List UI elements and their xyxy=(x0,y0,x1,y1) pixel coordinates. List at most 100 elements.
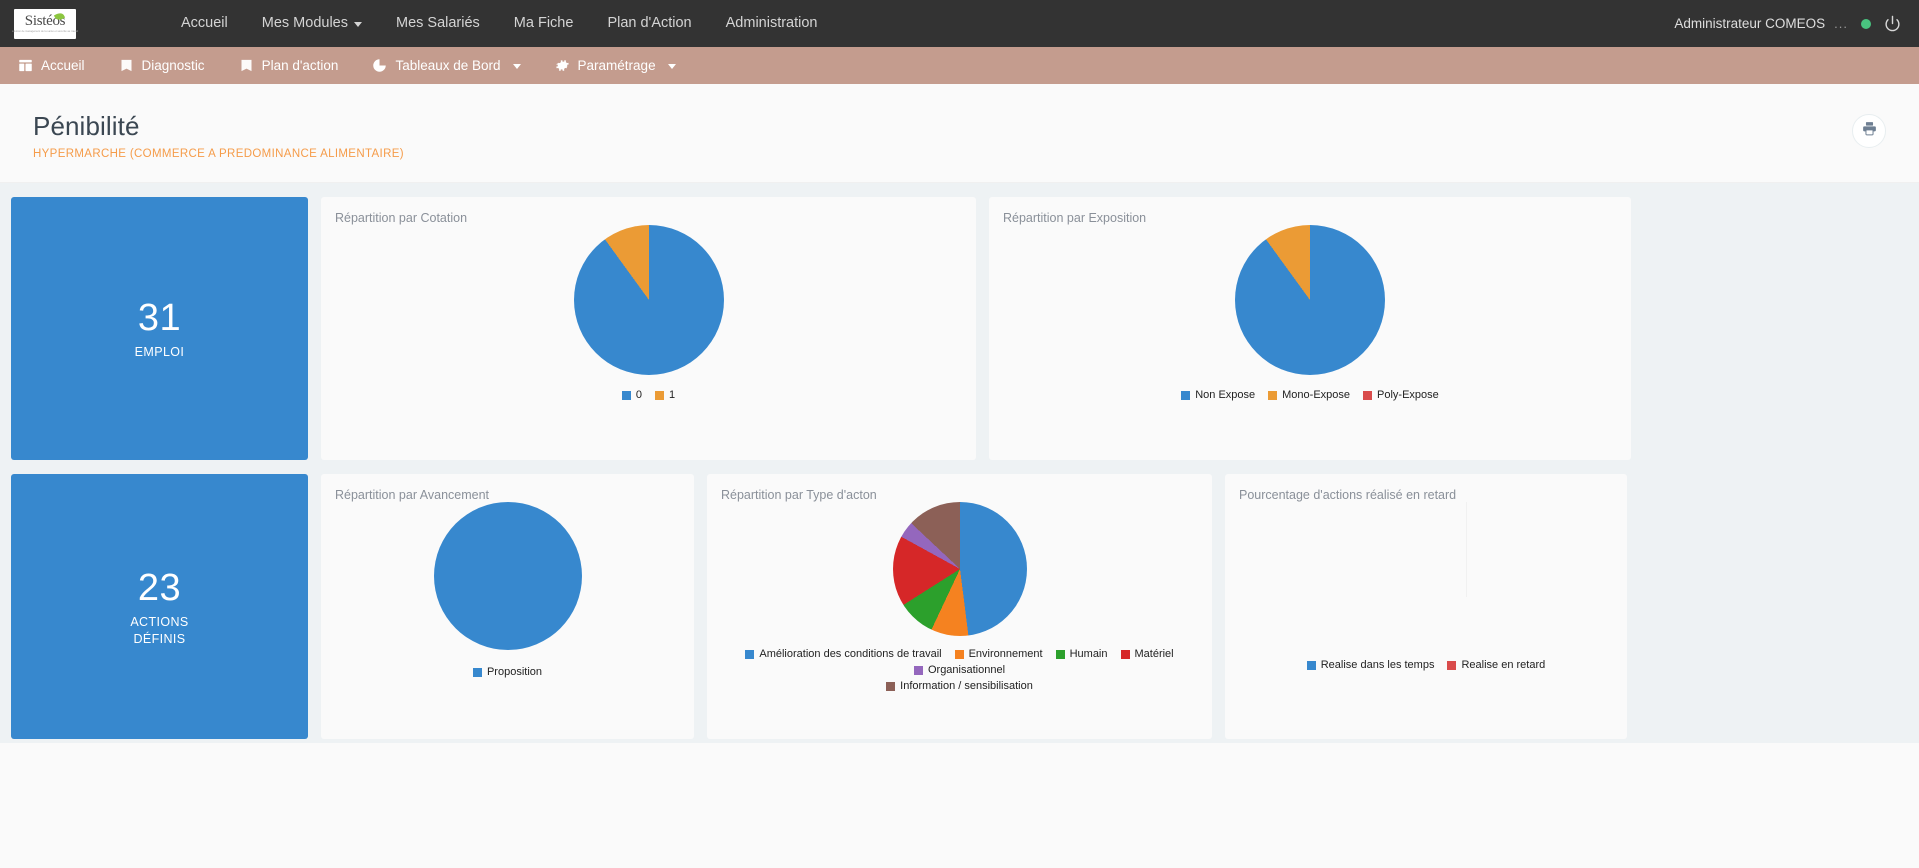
chart-body: Non Expose Mono-Expose Poly-Expose xyxy=(989,225,1631,401)
legend-item[interactable]: Non Expose xyxy=(1181,389,1255,401)
legend-swatch-icon xyxy=(1181,390,1191,400)
dashboard-row-1: 31 EMPLOI Répartition par Cotation 0 1 R… xyxy=(11,197,1908,460)
app-logo[interactable]: Sistéos solution de management de la san… xyxy=(12,8,78,39)
legend-swatch-icon xyxy=(1447,660,1457,670)
legend-item[interactable]: Mono-Expose xyxy=(1268,389,1350,401)
legend-swatch-icon xyxy=(1268,390,1278,400)
printer-icon xyxy=(1861,120,1878,142)
pie-chart-avancement[interactable] xyxy=(433,502,582,650)
topnav-label: Administration xyxy=(725,15,818,31)
kpi-card-emploi[interactable]: 31 EMPLOI xyxy=(11,197,308,460)
chart-card-exposition: Répartition par Exposition Non Expose Mo… xyxy=(989,197,1631,460)
legend-swatch-icon xyxy=(1363,390,1373,400)
page-subtitle: HYPERMARCHE (COMMERCE A PREDOMINANCE ALI… xyxy=(33,148,404,160)
empty-chart-placeholder xyxy=(1465,502,1467,597)
topnav-label: Plan d'Action xyxy=(607,15,692,31)
legend-item[interactable]: Proposition xyxy=(472,666,543,678)
chart-legend: Amélioration des conditions de travail E… xyxy=(715,648,1205,692)
topnav-label: Mes Salariés xyxy=(395,15,480,31)
legend-item[interactable]: 0 xyxy=(621,389,642,401)
legend-swatch-icon xyxy=(621,390,631,400)
legend-item[interactable]: Matériel xyxy=(1120,648,1174,660)
chart-title: Répartition par Exposition xyxy=(1003,211,1147,225)
topnav-item-administration[interactable]: Administration xyxy=(709,0,835,47)
legend-item[interactable]: Poly-Expose xyxy=(1363,389,1439,401)
kpi-label: ACTIONS DÉFINIS xyxy=(130,614,188,648)
legend-label: Poly-Expose xyxy=(1377,389,1439,401)
chart-title: Pourcentage d'actions réalisé en retard xyxy=(1239,488,1457,502)
dashboard-icon xyxy=(18,58,33,73)
book-icon xyxy=(239,58,254,73)
logo-wordmark: Sistéos xyxy=(25,10,66,29)
subnav-item-diagnostic[interactable]: Diagnostic xyxy=(119,58,221,73)
kpi-card-actions-definis[interactable]: 23 ACTIONS DÉFINIS xyxy=(11,474,308,739)
legend-item[interactable]: Environnement xyxy=(954,648,1043,660)
legend-swatch-icon xyxy=(1306,660,1316,670)
kpi-label: EMPLOI xyxy=(134,345,185,359)
subnav-item-tableaux-de-bord[interactable]: Tableaux de Bord xyxy=(372,58,536,73)
subnav-label: Plan d'action xyxy=(261,58,339,73)
topnav-item-mes-modules[interactable]: Mes Modules xyxy=(245,0,379,47)
chart-card-type-action: Répartition par Type d'acton Amélioratio… xyxy=(707,474,1212,739)
page-header: Pénibilité HYPERMARCHE (COMMERCE A PREDO… xyxy=(0,84,1919,183)
chart-legend: Proposition xyxy=(463,666,552,678)
legend-swatch-icon xyxy=(1055,649,1065,659)
kpi-value: 31 xyxy=(137,297,182,339)
legend-label: Realise en retard xyxy=(1461,659,1546,671)
legend-label: 1 xyxy=(669,389,676,401)
kpi-label-line-2: DÉFINIS xyxy=(133,631,186,646)
legend-label: Mono-Expose xyxy=(1282,389,1351,401)
kpi-value: 23 xyxy=(137,566,182,609)
print-button[interactable] xyxy=(1852,114,1886,148)
legend-item[interactable]: Humain xyxy=(1055,648,1108,660)
chart-title: Répartition par Cotation xyxy=(335,211,468,225)
subnav-item-parametrage[interactable]: Paramétrage xyxy=(555,58,692,73)
power-icon[interactable] xyxy=(1884,15,1901,32)
user-menu-ellipsis[interactable]: ... xyxy=(1834,16,1848,31)
legend-swatch-icon xyxy=(655,390,664,400)
dashboard-row-2: 23 ACTIONS DÉFINIS Répartition par Avanc… xyxy=(11,474,1908,739)
legend-item[interactable]: Amélioration des conditions de travail xyxy=(745,648,942,660)
chart-title: Répartition par Type d'acton xyxy=(721,488,877,502)
legend-item[interactable]: Realise en retard xyxy=(1447,659,1545,671)
top-nav-links: Accueil Mes Modules Mes Salariés Ma Fich… xyxy=(164,0,835,47)
legend-label: Environnement xyxy=(968,648,1043,660)
subnav-label: Diagnostic xyxy=(141,58,205,73)
subnav-item-accueil[interactable]: Accueil xyxy=(18,58,101,73)
subnav-label: Tableaux de Bord xyxy=(395,58,501,73)
topnav-item-ma-fiche[interactable]: Ma Fiche xyxy=(497,0,591,47)
legend-item[interactable]: Organisationnel xyxy=(913,664,1005,676)
pie-chart-type-action[interactable] xyxy=(892,502,1027,636)
topnav-item-accueil[interactable]: Accueil xyxy=(164,0,245,47)
legend-item[interactable]: 1 xyxy=(655,389,675,401)
top-nav-user-area: Administrateur COMEOS ... xyxy=(1674,0,1901,47)
chevron-down-icon xyxy=(353,22,362,27)
legend-label: Information / sensibilisation xyxy=(900,680,1033,692)
chart-card-cotation: Répartition par Cotation 0 1 xyxy=(321,197,976,460)
legend-label: 0 xyxy=(635,389,642,401)
pie-chart-cotation[interactable] xyxy=(573,225,724,375)
kpi-label-line-1: ACTIONS xyxy=(130,614,189,629)
chart-card-avancement: Répartition par Avancement Proposition xyxy=(321,474,694,739)
legend-label: Amélioration des conditions de travail xyxy=(759,648,942,660)
legend-label: Humain xyxy=(1069,648,1108,660)
legend-label: Proposition xyxy=(486,666,543,678)
legend-item[interactable]: Information / sensibilisation xyxy=(725,680,1195,692)
dashboard-area: 31 EMPLOI Répartition par Cotation 0 1 R… xyxy=(0,183,1919,743)
chart-body: Proposition xyxy=(321,502,694,678)
chevron-down-icon xyxy=(667,64,676,69)
user-label[interactable]: Administrateur COMEOS xyxy=(1674,16,1825,31)
topnav-item-plan-daction[interactable]: Plan d'Action xyxy=(590,0,708,47)
legend-item[interactable]: Realise dans les temps xyxy=(1306,659,1434,671)
pie-chart-icon xyxy=(372,58,387,73)
subnav-item-plan-daction[interactable]: Plan d'action xyxy=(239,58,355,73)
topnav-item-mes-salaries[interactable]: Mes Salariés xyxy=(379,0,497,47)
topnav-label: Accueil xyxy=(181,15,228,31)
top-navigation-bar: Sistéos solution de management de la san… xyxy=(0,0,1919,47)
legend-swatch-icon xyxy=(913,665,923,675)
subnav-label: Paramétrage xyxy=(577,58,656,73)
legend-swatch-icon xyxy=(745,649,755,659)
gear-icon xyxy=(555,58,570,73)
secondary-navigation-bar: Accueil Diagnostic Plan d'action Tableau… xyxy=(0,47,1919,84)
pie-chart-exposition[interactable] xyxy=(1235,225,1385,375)
